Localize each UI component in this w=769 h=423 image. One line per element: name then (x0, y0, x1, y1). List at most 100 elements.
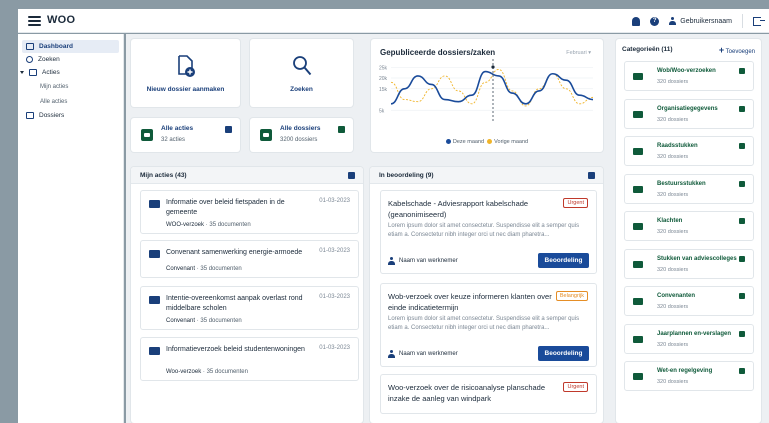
plus-icon: + (718, 45, 725, 55)
stat-count: 32 acties (161, 137, 186, 143)
external-link-icon[interactable] (739, 368, 745, 374)
external-link-icon[interactable] (588, 172, 595, 179)
review-item[interactable]: Woo-verzoek over de risicoanalyse plansc… (380, 374, 597, 414)
category-item[interactable]: Klachten 320 dossiers (624, 211, 754, 241)
sidebar-item-zoeken[interactable]: Zoeken (18, 53, 123, 66)
menu-icon[interactable] (28, 16, 41, 26)
legend-current: Deze maand (452, 139, 485, 145)
hover-point (491, 65, 495, 69)
sidebar-item-label: Mijn acties (40, 83, 69, 90)
review-button[interactable]: Beoordeling (538, 346, 589, 361)
action-title: Informatie over beleid fietspaden in de … (166, 199, 285, 216)
external-link-icon[interactable] (739, 293, 745, 299)
external-link-icon[interactable] (739, 105, 745, 112)
series-line-current (390, 70, 594, 105)
external-link-icon[interactable] (348, 172, 355, 179)
month-select[interactable]: Februari ▾ (566, 50, 591, 56)
sidebar-item-acties[interactable]: Acties (18, 66, 123, 79)
category-item[interactable]: Raadsstukken 320 dossiers (624, 136, 754, 166)
sidebar-item-mijn-acties[interactable]: Mijn acties (18, 79, 123, 94)
list-item[interactable]: Convenant samenwerking energie-armoede 01… (140, 240, 359, 278)
external-link-icon[interactable] (739, 218, 745, 224)
all-actions-card[interactable]: Alle acties 32 acties (131, 118, 240, 152)
category-count: 320 dossiers (657, 304, 689, 310)
stat-count: 3200 dossiers (280, 137, 318, 143)
category-count: 320 dossiers (657, 154, 689, 160)
month-value: Februari (566, 50, 587, 56)
external-link-icon[interactable] (338, 126, 345, 133)
category-item[interactable]: Jaarplannen en-verslagen 320 dossiers (624, 323, 754, 354)
list-item[interactable]: Informatieverzoek beleid studentenwoning… (140, 337, 359, 381)
help-icon[interactable]: ? (650, 16, 660, 26)
action-title: Intentie-overeenkomst aanpak overlast ro… (166, 295, 303, 312)
list-item[interactable]: Informatie over beleid fietspaden in de … (140, 190, 359, 234)
sidebar-item-label: Alle acties (40, 98, 68, 105)
category-item[interactable]: Wet-en regelgeving 320 dossiers (624, 361, 754, 391)
category-name: Klachten (657, 218, 683, 224)
panel-header: Mijn acties (43) (131, 167, 363, 184)
search-tile[interactable]: Zoeken (250, 39, 353, 107)
tile-label: Zoeken (290, 86, 313, 93)
employee-name: Naam van werknemer (399, 258, 458, 264)
inbox-icon (29, 69, 37, 76)
action-docs: 35 documenten (200, 318, 242, 324)
category-item[interactable]: Convenanten 320 dossiers (624, 286, 754, 316)
legend-swatch-previous (487, 139, 493, 145)
review-title: Wob-verzoek over keuze informeren klante… (388, 292, 552, 312)
category-name: Jaarplannen en-verslagen (657, 330, 732, 337)
my-actions-panel: Mijn acties (43) Informatie over beleid … (131, 167, 363, 423)
sidebar-item-dossiers[interactable]: Dossiers (18, 109, 123, 122)
category-name: Convenanten (657, 293, 696, 299)
sidebar-item-alle-acties[interactable]: Alle acties (18, 94, 123, 109)
logout-icon[interactable] (753, 16, 765, 26)
category-name: Organisatiegegevens (657, 105, 718, 112)
action-date: 01-03-2023 (319, 294, 350, 300)
external-link-icon[interactable] (739, 255, 745, 262)
review-item[interactable]: Kabelschade - Adviesrapport kabelschade … (380, 190, 597, 274)
sidebar-item-label: Dossiers (39, 112, 65, 119)
y-tick-label: 15k (379, 87, 388, 93)
folder-icon (633, 73, 643, 80)
action-meta: Woo-verzoek · 35 documenten (166, 369, 248, 375)
category-item[interactable]: Bestuursstukken 320 dossiers (624, 173, 754, 204)
external-link-icon[interactable] (225, 126, 232, 133)
review-description: Lorem ipsum dolor sit amet consectetur. … (388, 316, 580, 331)
folder-icon (26, 112, 34, 119)
sidebar-item-dashboard[interactable]: Dashboard (22, 40, 119, 53)
review-item[interactable]: Wob-verzoek over keuze informeren klante… (380, 283, 597, 367)
y-tick-label: 20k (379, 76, 388, 82)
divider (742, 14, 743, 28)
external-link-icon[interactable] (739, 68, 745, 74)
briefcase-icon (141, 129, 153, 141)
category-item[interactable]: Stukken van adviescolleges 320 dossiers (624, 248, 754, 279)
folder-icon (633, 298, 643, 305)
action-type: Woo-verzoek (166, 369, 202, 375)
bell-icon[interactable] (632, 16, 641, 26)
category-count: 320 dossiers (657, 266, 689, 273)
chevron-down-icon (20, 71, 24, 74)
employee: Naam van werknemer (388, 257, 458, 265)
action-docs: 35 documenten (206, 369, 248, 375)
external-link-icon[interactable] (739, 143, 745, 149)
folder-icon (633, 223, 643, 230)
category-count: 320 dossiers (657, 341, 689, 348)
action-type: WOO-verzoek (166, 222, 205, 228)
action-title: Convenant samenwerking energie-armoede (166, 249, 303, 256)
action-docs: 35 documenten (200, 266, 242, 272)
review-button[interactable]: Beoordeling (538, 253, 589, 268)
new-dossier-tile[interactable]: Nieuw dossier aanmaken (131, 39, 240, 107)
add-category-button[interactable]: + Toevoegen (719, 45, 755, 55)
user-menu[interactable]: Gebruikersnaam (669, 17, 732, 25)
category-item[interactable]: Wob/Woo-verzoeken 320 dossiers (624, 61, 754, 91)
external-link-icon[interactable] (739, 330, 745, 337)
list-item[interactable]: Intentie-overeenkomst aanpak overlast ro… (140, 286, 359, 330)
category-count: 320 dossiers (657, 379, 689, 385)
external-link-icon[interactable] (739, 180, 745, 187)
legend-swatch-current (445, 139, 451, 145)
category-item[interactable]: Organisatiegegevens 320 dossiers (624, 98, 754, 129)
all-dossiers-card[interactable]: Alle dossiers 3200 dossiers (250, 118, 353, 152)
folder-icon (149, 250, 160, 258)
line-chart: 25k 20k 15k 5k (379, 59, 594, 121)
folder-icon (633, 335, 643, 343)
tile-label: Nieuw dossier aanmaken (146, 86, 225, 93)
